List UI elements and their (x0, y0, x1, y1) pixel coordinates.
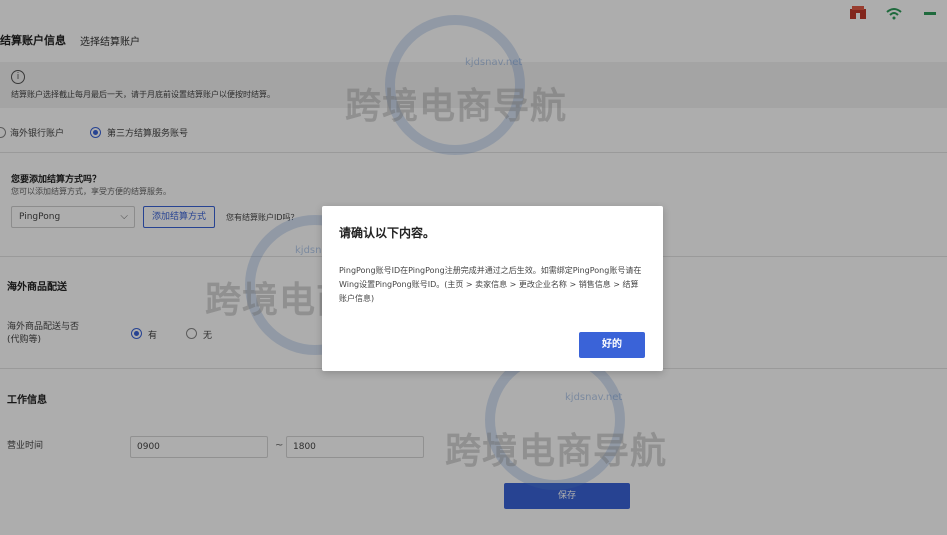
dialog-body: PingPong账号ID在PingPong注册完成并通过之后生效。如需绑定Pin… (339, 266, 642, 303)
confirm-dialog: 请确认以下内容。 PingPong账号ID在PingPong注册完成并通过之后生… (322, 206, 663, 371)
ok-button[interactable]: 好的 (579, 332, 645, 358)
seller-settings-page: 结算账户信息 选择结算账户 i 结算账户选择截止每月最后一天，请于月底前设置结算… (0, 0, 947, 535)
dialog-title: 请确认以下内容。 (339, 226, 436, 240)
